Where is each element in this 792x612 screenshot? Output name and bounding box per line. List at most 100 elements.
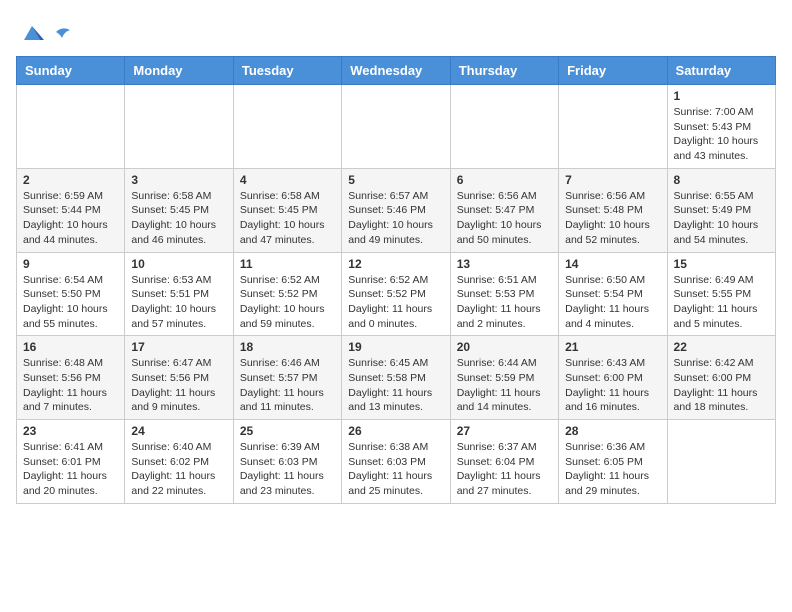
calendar-cell: 19 Sunrise: 6:45 AM Sunset: 5:58 PM Dayli…	[342, 336, 450, 420]
day-info: Sunrise: 6:58 AM Sunset: 5:45 PM Dayligh…	[131, 189, 226, 248]
day-info: Sunrise: 6:39 AM Sunset: 6:03 PM Dayligh…	[240, 440, 335, 499]
calendar-cell: 21Sunrise: 6:43 AM Sunset: 6:00 PM Dayli…	[559, 336, 667, 420]
day-number: 17	[131, 340, 226, 354]
weekday-header-monday: Monday	[125, 57, 233, 85]
day-info: Sunrise: 6:44 AM Sunset: 5:59 PM Dayligh…	[457, 356, 552, 415]
day-info: Sunrise: 6:57 AM Sunset: 5:46 PM Dayligh…	[348, 189, 443, 248]
calendar-cell: 10 Sunrise: 6:53 AM Sunset: 5:51 PM Dayli…	[125, 252, 233, 336]
day-number: 16	[23, 340, 118, 354]
day-number: 19	[348, 340, 443, 354]
calendar-cell: 7 Sunrise: 6:56 AM Sunset: 5:48 PM Daylig…	[559, 168, 667, 252]
calendar-cell	[559, 85, 667, 169]
calendar-cell	[233, 85, 341, 169]
weekday-header-friday: Friday	[559, 57, 667, 85]
calendar-cell: 15Sunrise: 6:49 AM Sunset: 5:55 PM Dayli…	[667, 252, 775, 336]
calendar-cell: 3 Sunrise: 6:58 AM Sunset: 5:45 PM Daylig…	[125, 168, 233, 252]
day-info: Sunrise: 6:56 AM Sunset: 5:48 PM Dayligh…	[565, 189, 660, 248]
calendar-cell	[342, 85, 450, 169]
day-number: 9	[23, 257, 118, 271]
day-info: Sunrise: 6:45 AM Sunset: 5:58 PM Dayligh…	[348, 356, 443, 415]
day-info: Sunrise: 7:00 AM Sunset: 5:43 PM Dayligh…	[674, 105, 769, 164]
calendar-cell: 6Sunrise: 6:56 AM Sunset: 5:47 PM Daylig…	[450, 168, 558, 252]
day-number: 27	[457, 424, 552, 438]
calendar-cell: 2 Sunrise: 6:59 AM Sunset: 5:44 PM Daylig…	[17, 168, 125, 252]
logo-bird-icon	[54, 24, 72, 40]
day-number: 10	[131, 257, 226, 271]
day-number: 11	[240, 257, 335, 271]
day-info: Sunrise: 6:47 AM Sunset: 5:56 PM Dayligh…	[131, 356, 226, 415]
day-number: 23	[23, 424, 118, 438]
day-number: 20	[457, 340, 552, 354]
day-number: 2	[23, 173, 118, 187]
day-info: Sunrise: 6:49 AM Sunset: 5:55 PM Dayligh…	[674, 273, 769, 332]
day-number: 3	[131, 173, 226, 187]
day-number: 28	[565, 424, 660, 438]
calendar-cell: 22 Sunrise: 6:42 AM Sunset: 6:00 PM Dayli…	[667, 336, 775, 420]
day-info: Sunrise: 6:48 AM Sunset: 5:56 PM Dayligh…	[23, 356, 118, 415]
day-number: 14	[565, 257, 660, 271]
calendar-cell: 16 Sunrise: 6:48 AM Sunset: 5:56 PM Dayli…	[17, 336, 125, 420]
calendar-week-3: 9 Sunrise: 6:54 AM Sunset: 5:50 PM Daylig…	[17, 252, 776, 336]
weekday-header-thursday: Thursday	[450, 57, 558, 85]
calendar-cell: 27 Sunrise: 6:37 AM Sunset: 6:04 PM Dayli…	[450, 420, 558, 504]
weekday-header-wednesday: Wednesday	[342, 57, 450, 85]
day-number: 13	[457, 257, 552, 271]
logo-text	[52, 24, 72, 40]
calendar-cell: 28 Sunrise: 6:36 AM Sunset: 6:05 PM Dayli…	[559, 420, 667, 504]
day-number: 24	[131, 424, 226, 438]
day-info: Sunrise: 6:46 AM Sunset: 5:57 PM Dayligh…	[240, 356, 335, 415]
day-info: Sunrise: 6:59 AM Sunset: 5:44 PM Dayligh…	[23, 189, 118, 248]
calendar-table: SundayMondayTuesdayWednesdayThursdayFrid…	[16, 56, 776, 504]
logo	[16, 16, 72, 48]
calendar-cell: 9 Sunrise: 6:54 AM Sunset: 5:50 PM Daylig…	[17, 252, 125, 336]
day-number: 4	[240, 173, 335, 187]
day-info: Sunrise: 6:50 AM Sunset: 5:54 PM Dayligh…	[565, 273, 660, 332]
day-number: 6	[457, 173, 552, 187]
weekday-header-sunday: Sunday	[17, 57, 125, 85]
calendar-cell: 4 Sunrise: 6:58 AM Sunset: 5:45 PM Daylig…	[233, 168, 341, 252]
calendar-cell: 26 Sunrise: 6:38 AM Sunset: 6:03 PM Dayli…	[342, 420, 450, 504]
day-number: 1	[674, 89, 769, 103]
calendar-cell: 1 Sunrise: 7:00 AM Sunset: 5:43 PM Daylig…	[667, 85, 775, 169]
day-info: Sunrise: 6:38 AM Sunset: 6:03 PM Dayligh…	[348, 440, 443, 499]
calendar-cell: 23 Sunrise: 6:41 AM Sunset: 6:01 PM Dayli…	[17, 420, 125, 504]
calendar-cell: 12 Sunrise: 6:52 AM Sunset: 5:52 PM Dayli…	[342, 252, 450, 336]
day-info: Sunrise: 6:36 AM Sunset: 6:05 PM Dayligh…	[565, 440, 660, 499]
day-info: Sunrise: 6:51 AM Sunset: 5:53 PM Dayligh…	[457, 273, 552, 332]
day-info: Sunrise: 6:37 AM Sunset: 6:04 PM Dayligh…	[457, 440, 552, 499]
day-info: Sunrise: 6:54 AM Sunset: 5:50 PM Dayligh…	[23, 273, 118, 332]
day-number: 5	[348, 173, 443, 187]
calendar-cell	[667, 420, 775, 504]
day-info: Sunrise: 6:55 AM Sunset: 5:49 PM Dayligh…	[674, 189, 769, 248]
calendar-cell: 5 Sunrise: 6:57 AM Sunset: 5:46 PM Daylig…	[342, 168, 450, 252]
day-number: 22	[674, 340, 769, 354]
day-info: Sunrise: 6:42 AM Sunset: 6:00 PM Dayligh…	[674, 356, 769, 415]
weekday-header-saturday: Saturday	[667, 57, 775, 85]
day-info: Sunrise: 6:40 AM Sunset: 6:02 PM Dayligh…	[131, 440, 226, 499]
calendar-cell: 11Sunrise: 6:52 AM Sunset: 5:52 PM Dayli…	[233, 252, 341, 336]
day-number: 8	[674, 173, 769, 187]
calendar-cell: 18 Sunrise: 6:46 AM Sunset: 5:57 PM Dayli…	[233, 336, 341, 420]
day-number: 18	[240, 340, 335, 354]
page-header	[16, 16, 776, 48]
calendar-cell: 24 Sunrise: 6:40 AM Sunset: 6:02 PM Dayli…	[125, 420, 233, 504]
day-info: Sunrise: 6:41 AM Sunset: 6:01 PM Dayligh…	[23, 440, 118, 499]
calendar-cell	[450, 85, 558, 169]
day-info: Sunrise: 6:53 AM Sunset: 5:51 PM Dayligh…	[131, 273, 226, 332]
day-number: 26	[348, 424, 443, 438]
calendar-cell	[125, 85, 233, 169]
day-info: Sunrise: 6:52 AM Sunset: 5:52 PM Dayligh…	[348, 273, 443, 332]
day-info: Sunrise: 6:58 AM Sunset: 5:45 PM Dayligh…	[240, 189, 335, 248]
day-number: 12	[348, 257, 443, 271]
calendar-cell: 20 Sunrise: 6:44 AM Sunset: 5:59 PM Dayli…	[450, 336, 558, 420]
calendar-cell: 14 Sunrise: 6:50 AM Sunset: 5:54 PM Dayli…	[559, 252, 667, 336]
calendar-cell: 25Sunrise: 6:39 AM Sunset: 6:03 PM Dayli…	[233, 420, 341, 504]
day-number: 21	[565, 340, 660, 354]
calendar-week-4: 16 Sunrise: 6:48 AM Sunset: 5:56 PM Dayli…	[17, 336, 776, 420]
day-number: 7	[565, 173, 660, 187]
logo-icon	[16, 16, 48, 48]
weekday-header-row: SundayMondayTuesdayWednesdayThursdayFrid…	[17, 57, 776, 85]
calendar-cell	[17, 85, 125, 169]
calendar-week-2: 2 Sunrise: 6:59 AM Sunset: 5:44 PM Daylig…	[17, 168, 776, 252]
calendar-week-1: 1 Sunrise: 7:00 AM Sunset: 5:43 PM Daylig…	[17, 85, 776, 169]
